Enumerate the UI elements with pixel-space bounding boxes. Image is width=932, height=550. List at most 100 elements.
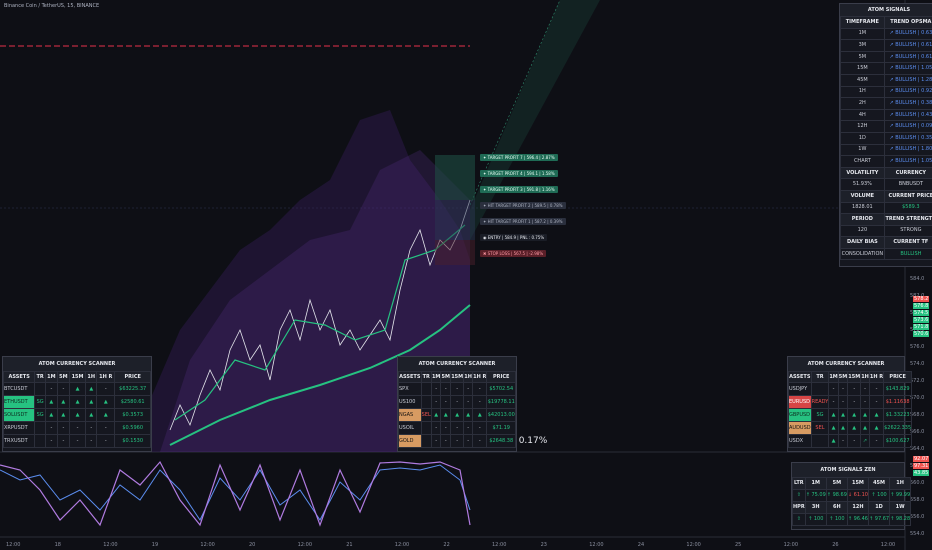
scanner-row[interactable]: SPX - - - - - $5702.54 [398, 382, 516, 396]
scanner-trend-cell: READY [810, 395, 830, 409]
scanner-tf-cell: - [847, 382, 862, 396]
scanner-tf-cell: - [868, 434, 885, 448]
scanner-asset-cell: USDX [788, 434, 812, 448]
time-axis-label: 19 [152, 542, 158, 548]
scanner-row[interactable]: USDX ▲ - - ↗ - $100.627 [788, 434, 913, 448]
scanner-left-table: ASSETS TR 1M 5M 15M 1H 1H R PRICE BTCUSDT - - ▲ ▲ - $6… [2, 371, 151, 448]
scanner-row[interactable]: ETHUSDT SG ▲ ▲ ▲ ▲ ▲ $2580.61 [2, 395, 151, 409]
scanner-asset-cell: GOLD [398, 434, 422, 448]
zen-head-row: LTR 1M 5M 15M 45M 1H [792, 477, 912, 490]
scanner-price-cell: $143.829 [883, 382, 913, 396]
scanner-right-panel: ATOM CURRENCY SCANNER ASSETS TR 1M 5M 15M 1H 1… [787, 356, 913, 452]
target-label-entry: ◉ ENTRY | 584.9 | PNL : 0.75% [480, 234, 548, 241]
zen-head-cell: LTR [792, 477, 806, 490]
scanner-right-table: ASSETS TR 1M 5M 15M 1H 1H R PRICE USDJPY - - - - - $14… [788, 371, 913, 448]
scanner-tf-cell: - [430, 421, 442, 435]
scanner-head-cell: TR [34, 371, 46, 383]
scanner-row[interactable]: EURUSD READY - - - - - $1.11638 [788, 395, 913, 409]
signals-head: VOLUME [840, 189, 885, 203]
time-axis[interactable]: 12:00 18 12:00 19 12:00 20 12:00 21 12:00 22 12:00… [6, 542, 895, 548]
scanner-head-cell: 15M [450, 371, 465, 383]
signals-row: CHART ↗ BULLISH | 1.05 [840, 155, 932, 168]
scanner-tf-cell: - [847, 395, 862, 409]
target-label-sl: ✖ STOP LOSS | 567.5 | -2.98% [480, 250, 547, 257]
price-axis-label: 556.0 [910, 514, 924, 520]
scanner-row[interactable]: TRXUSDT - - - - - $0.1530 [2, 434, 151, 448]
scanner-trend-cell [420, 434, 432, 448]
zen-value-cell: ↑ 96.46 [846, 513, 869, 526]
scanner-price-cell: $0.3573 [114, 408, 151, 422]
scanner-head-cell: 1H R [471, 371, 488, 383]
scanner-tf-cell: ▲ [847, 408, 862, 422]
scanner-row[interactable]: XRPUSDT - - - - - $0.5960 [2, 421, 151, 435]
signals-row: 1W ↗ BULLISH | 1.80 [840, 143, 932, 157]
scanner-head-cell: PRICE [114, 371, 151, 383]
timeframe-cell: 1H [840, 85, 885, 99]
target-zone [435, 155, 475, 200]
timeframe-cell: 1W [840, 143, 885, 157]
scanner-trend-cell: SG [34, 408, 46, 422]
zen-value-cell: ↑ 100 [804, 513, 827, 526]
scanner-price-cell: $2622.335 [883, 421, 913, 435]
zen-value-cell: ↑ 100 [867, 489, 891, 502]
scanner-trend-cell [810, 382, 830, 396]
scanner-head-row: ASSETS TR 1M 5M 15M 1H 1H R PRICE [398, 371, 516, 383]
scanner-tf-cell: ▲ [85, 382, 98, 396]
scanner-tf-cell: ▲ [471, 408, 488, 422]
zen-head-cell: 6H [825, 501, 848, 514]
scanner-trend-cell [34, 421, 46, 435]
scanner-row[interactable]: USOIL - - - - - $71.19 [398, 421, 516, 435]
timeframe-cell: 1D [840, 131, 885, 145]
signals-head: PERIOD [840, 213, 885, 226]
scanner-tf-cell: - [56, 434, 70, 448]
scanner-trend-cell: SEL [420, 408, 432, 422]
scanner-row[interactable]: SOLUSDT SG ▲ ▲ ▲ ▲ ▲ $0.3573 [2, 408, 151, 422]
scanner-tf-cell: - [85, 421, 98, 435]
time-axis-label: 12:00 [395, 542, 409, 548]
timeframe-cell: 45M [840, 73, 885, 87]
chart-cell: CHART [840, 155, 885, 168]
scanner-asset-cell: USOIL [398, 421, 422, 435]
zen-value-cell: ↑ 98.28 [889, 513, 912, 526]
scanner-row[interactable]: NGAS SEL ▲ ▲ ▲ ▲ ▲ $42013.00 [398, 408, 516, 422]
scanner-head-cell: 5M [56, 371, 70, 383]
scanner-head-cell: 1H [85, 371, 98, 383]
signals-row: 2H ↗ BULLISH | 0.38 [840, 97, 932, 110]
time-axis-label: 12:00 [298, 542, 312, 548]
scanner-row[interactable]: US100- - - - - $19778.11 [398, 395, 516, 409]
scanner-asset-cell: USDJPY [788, 382, 812, 396]
price-axis-label: 574.0 [910, 361, 924, 367]
scanner-row[interactable]: USDJPY - - - - - $143.829 [788, 382, 913, 396]
scanner-row[interactable]: GOLD - - - - - $2648.38 [398, 434, 516, 448]
scanner-tf-cell: ▲ [44, 408, 58, 422]
scanner-trend-cell [420, 421, 432, 435]
time-axis-label: 24 [638, 542, 644, 548]
scanner-row[interactable]: AUDUSD SEL ▲ ▲ ▲ ▲ ▲ $2622.335 [788, 421, 913, 435]
scanner-head-cell: ASSETS [398, 371, 422, 383]
signals-row: 3M ↗ BULLISH | 0.61 [840, 39, 932, 52]
time-axis-label: 25 [735, 542, 741, 548]
scanner-row[interactable]: BTCUSDT - - ▲ ▲ - $63225.37 [2, 382, 151, 396]
signals-zen-title: ATOM SIGNALS ZEN [792, 463, 904, 477]
scanner-price-cell: $1.33223 [883, 408, 913, 422]
time-axis-label: 22 [443, 542, 449, 548]
zen-value-cell: ⇧ [792, 489, 806, 502]
time-axis-label: 12:00 [881, 542, 895, 548]
scanner-trend-cell [34, 382, 46, 396]
scanner-tf-cell: ▲ [828, 434, 839, 448]
signals-title: ATOM SIGNALS [840, 4, 932, 16]
scanner-tf-cell: - [828, 382, 839, 396]
timeframe-cell: 2H [840, 97, 885, 110]
scanner-tf-cell: - [847, 434, 862, 448]
entry-zone [435, 200, 475, 240]
scanner-tf-cell: - [430, 395, 442, 409]
scanner-head-cell: ASSETS [2, 371, 36, 383]
scanner-price-cell: $0.5960 [114, 421, 151, 435]
scanner-head-cell: TR [810, 371, 830, 383]
scanner-row[interactable]: GBPUSD SG ▲ ▲ ▲ ▲ ▲ $1.33223 [788, 408, 913, 422]
zen-value-cell: ↑ 100 [825, 513, 848, 526]
zen-head-cell: 15M [846, 477, 869, 490]
trend-cell: ↗ BULLISH | 0.09 [883, 120, 932, 133]
scanner-price-cell: $63225.37 [114, 382, 151, 396]
price-tag: 43.85 [913, 470, 930, 476]
